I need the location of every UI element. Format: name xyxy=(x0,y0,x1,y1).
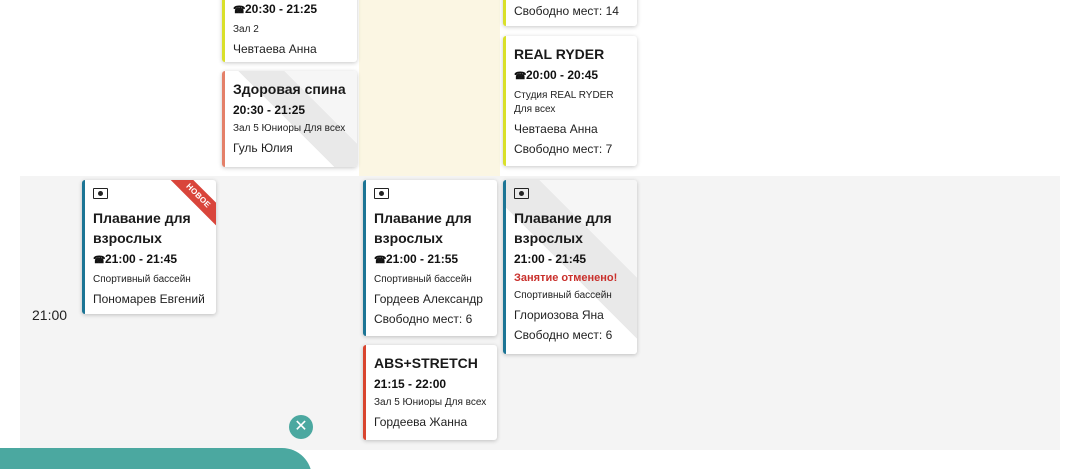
phone-icon: ☎ xyxy=(233,5,246,16)
money-icon xyxy=(374,188,389,199)
class-card[interactable]: Плавание для взрослых ☎21:00 - 21:55 Спо… xyxy=(363,180,497,336)
class-coach: Чевтаева Анна xyxy=(233,42,317,56)
class-title: Плавание для взрослых xyxy=(93,210,191,246)
class-time: 20:30 - 21:25 xyxy=(233,103,306,117)
chat-widget-bar[interactable] xyxy=(0,448,312,469)
class-time: 21:15 - 22:00 xyxy=(374,377,447,391)
class-card-cancelled[interactable]: Плавание для взрослых 21:00 - 21:45 Заня… xyxy=(503,180,637,354)
class-title: Здоровая спина xyxy=(233,81,346,97)
class-free-places: Свободно мест: 7 xyxy=(514,142,613,156)
class-hall: Студия REAL RYDER Для всех xyxy=(514,90,614,115)
class-coach: Пономарев Евгений xyxy=(93,292,205,306)
class-coach: Чевтаева Анна xyxy=(514,122,598,136)
money-icon xyxy=(514,188,529,199)
class-free-places: Свободно мест: 6 xyxy=(514,328,613,342)
class-title: Плавание для взрослых xyxy=(374,210,472,246)
class-hall: Спортивный бассейн xyxy=(93,274,191,285)
class-time: ☎20:00 - 20:45 xyxy=(514,66,631,86)
class-time: ☎21:00 - 21:45 xyxy=(93,250,210,270)
class-coach: Глориозова Яна xyxy=(514,308,604,322)
class-hall: Спортивный бассейн xyxy=(374,274,472,285)
phone-icon: ☎ xyxy=(93,255,106,266)
class-card[interactable]: НОВОЕ Плавание для взрослых ☎21:00 - 21:… xyxy=(82,180,216,314)
class-time: 21:00 - 21:45 xyxy=(514,252,587,266)
close-icon[interactable]: ✕ xyxy=(289,415,313,439)
class-time: ☎20:30 - 21:25 xyxy=(233,0,351,20)
class-card[interactable]: ABS+STRETCH 21:15 - 22:00 Зал 5 Юниоры Д… xyxy=(363,345,497,440)
phone-icon: ☎ xyxy=(514,71,527,82)
schedule-page: 21:00 ☎20:30 - 21:25 Зал 2 Чевтаева Анна… xyxy=(0,0,1080,469)
time-slot-label: 21:00 xyxy=(32,307,68,323)
class-hall: Зал 2 xyxy=(233,24,259,35)
class-free-places: Свободно мест: 14 xyxy=(514,4,619,18)
class-free-places: Свободно мест: 6 xyxy=(374,312,473,326)
class-coach: Гордеев Александр xyxy=(374,292,483,306)
cancelled-notice: Занятие отменено! xyxy=(514,272,618,284)
money-icon xyxy=(93,188,108,199)
class-hall: Спортивный бассейн xyxy=(514,290,612,301)
class-title: Плавание для взрослых xyxy=(514,210,612,246)
class-card[interactable]: Здоровая спина 20:30 - 21:25 Зал 5 Юниор… xyxy=(222,71,357,167)
phone-icon: ☎ xyxy=(374,255,387,266)
class-hall: Зал 5 Юниоры Для всех xyxy=(233,123,346,134)
class-title: ABS+STRETCH xyxy=(374,355,478,371)
class-coach: Гордеева Жанна xyxy=(374,415,468,429)
class-coach: Гуль Юлия xyxy=(233,141,293,155)
class-card[interactable]: Свободно мест: 14 xyxy=(503,0,637,26)
class-title: REAL RYDER xyxy=(514,46,605,62)
class-card[interactable]: REAL RYDER ☎20:00 - 20:45 Студия REAL RY… xyxy=(503,36,637,166)
class-hall: Зал 5 Юниоры Для всех xyxy=(374,397,487,408)
class-time: ☎21:00 - 21:55 xyxy=(374,250,491,270)
class-card[interactable]: ☎20:30 - 21:25 Зал 2 Чевтаева Анна xyxy=(222,0,357,62)
